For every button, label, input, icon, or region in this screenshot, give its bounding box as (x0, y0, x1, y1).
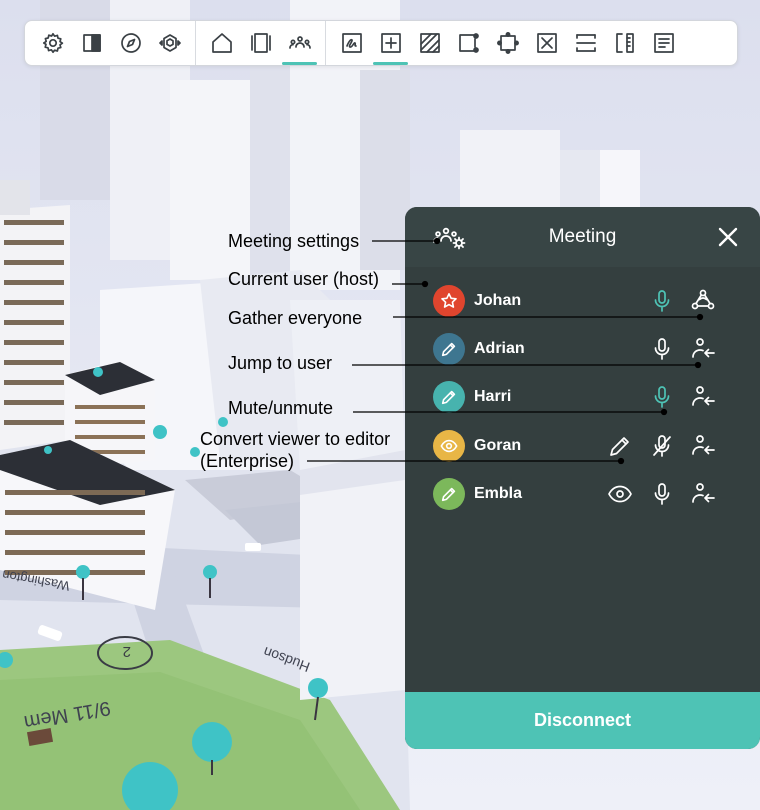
callout-convert-viewer: Convert viewer to editor (200, 429, 391, 449)
mic-icon[interactable] (649, 336, 675, 362)
split-panel-icon[interactable] (72, 21, 111, 65)
callout-convert-viewer-note: (Enterprise) (200, 451, 295, 471)
jump-to-user-icon[interactable] (690, 336, 716, 362)
transform-icon[interactable] (488, 21, 527, 65)
toolbar-group-settings (33, 21, 189, 65)
document-icon[interactable] (644, 21, 683, 65)
callout-meeting-settings: Meeting settings (228, 231, 360, 251)
pencil-icon[interactable] (607, 433, 633, 459)
view-cube-icon[interactable] (150, 21, 189, 65)
participant-name: Adrian (474, 340, 525, 357)
participant-row: Embla (405, 475, 760, 515)
gather-everyone-icon[interactable] (690, 288, 716, 314)
participant-row: Harri (405, 378, 760, 418)
main-toolbar (24, 20, 738, 66)
sketch-icon[interactable] (332, 21, 371, 65)
participant-name: Johan (474, 292, 522, 309)
meeting-panel-title: Meeting (548, 226, 617, 247)
toolbar-divider (195, 21, 196, 65)
jump-to-user-icon[interactable] (690, 481, 716, 507)
participant-row: Johan (405, 282, 760, 322)
eye-icon (433, 430, 465, 462)
mic-icon[interactable] (649, 384, 675, 410)
participant-row: Goran (405, 427, 760, 467)
map-label-route: 2 (123, 643, 131, 660)
pencil-icon (433, 478, 465, 510)
callout-gather-everyone: Gather everyone (228, 308, 363, 328)
callout-mute-unmute: Mute/unmute (228, 398, 334, 418)
toolbar-group-editing (332, 21, 683, 65)
meeting-panel: Meeting Johan Adrian Harri Goran Embla D… (405, 207, 760, 749)
pencil-icon (433, 333, 465, 365)
gear-icon[interactable] (33, 21, 72, 65)
hatch-icon[interactable] (410, 21, 449, 65)
star-icon (433, 285, 465, 317)
disconnect-button[interactable]: Disconnect (405, 692, 760, 749)
participant-name: Embla (474, 485, 523, 502)
delete-box-icon[interactable] (527, 21, 566, 65)
callout-jump-to-user: Jump to user (228, 353, 333, 373)
mic-muted-icon[interactable] (649, 433, 675, 459)
participant-row: Adrian (405, 330, 760, 370)
jump-to-user-icon[interactable] (690, 433, 716, 459)
jump-to-user-icon[interactable] (690, 384, 716, 410)
measure-icon[interactable] (605, 21, 644, 65)
mic-icon[interactable] (649, 288, 675, 314)
compass-icon[interactable] (111, 21, 150, 65)
toolbar-group-navigation (202, 21, 319, 65)
participant-name: Goran (474, 437, 522, 454)
close-icon[interactable] (714, 223, 742, 251)
panels-icon[interactable] (241, 21, 280, 65)
callout-current-user: Current user (host) (228, 269, 380, 289)
add-icon[interactable] (371, 21, 410, 65)
select-shape-icon[interactable] (449, 21, 488, 65)
mic-icon[interactable] (649, 481, 675, 507)
split-horizontal-icon[interactable] (566, 21, 605, 65)
toolbar-divider (325, 21, 326, 65)
eye-icon[interactable] (607, 481, 633, 507)
participant-list: Johan Adrian Harri Goran Embla (405, 267, 760, 692)
home-icon[interactable] (202, 21, 241, 65)
pencil-icon (433, 381, 465, 413)
meeting-panel-header: Meeting (405, 207, 760, 267)
meeting-icon[interactable] (280, 21, 319, 65)
participant-name: Harri (474, 388, 512, 405)
